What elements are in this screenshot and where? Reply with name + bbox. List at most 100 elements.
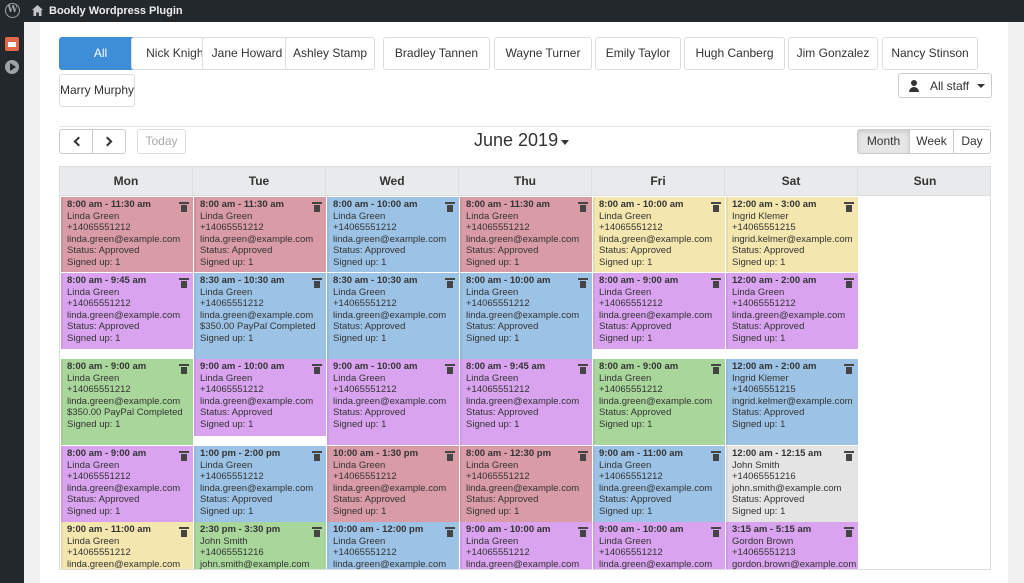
- trash-icon[interactable]: [312, 527, 322, 537]
- appointment-event[interactable]: 8:00 am - 9:00 am Linda Green +14065551212…: [61, 446, 193, 522]
- trash-icon[interactable]: [578, 202, 588, 212]
- user-icon: [909, 80, 919, 92]
- event-detail: Signed up: 1: [67, 418, 121, 430]
- staff-tab-emily-taylor[interactable]: Emily Taylor: [595, 37, 681, 70]
- staff-tab-all[interactable]: All: [59, 37, 142, 70]
- trash-icon[interactable]: [711, 202, 721, 212]
- site-title[interactable]: Bookly Wordpress Plugin: [49, 5, 183, 17]
- view-day-button[interactable]: Day: [953, 129, 991, 154]
- event-detail: linda.green@example.com: [466, 233, 580, 245]
- appointment-event[interactable]: 8:00 am - 11:30 am Linda Green +1406555121…: [61, 197, 193, 272]
- trash-icon[interactable]: [312, 364, 322, 374]
- trash-icon[interactable]: [445, 451, 455, 461]
- appointment-event[interactable]: 8:30 am - 10:30 am Linda Green +1406555121…: [194, 273, 326, 359]
- appointment-event[interactable]: 8:00 am - 11:30 am Linda Green +1406555121…: [460, 197, 592, 272]
- appointment-event[interactable]: 8:00 am - 9:00 am Linda Green +14065551212…: [593, 273, 725, 349]
- trash-icon[interactable]: [445, 202, 455, 212]
- today-button[interactable]: Today: [137, 129, 186, 154]
- staff-tab-ashley-stamp[interactable]: Ashley Stamp: [285, 37, 375, 70]
- appointment-event[interactable]: 9:00 am - 10:00 am Linda Green +1406555121…: [327, 359, 459, 445]
- appointment-event[interactable]: 9:00 am - 11:00 am Linda Green +1406555121…: [593, 446, 725, 522]
- trash-icon[interactable]: [179, 364, 189, 374]
- trash-icon[interactable]: [844, 202, 854, 212]
- event-detail: John Smith: [200, 535, 248, 547]
- appointment-event[interactable]: 9:00 am - 10:00 am Linda Green +1406555121…: [593, 522, 725, 569]
- appointment-event[interactable]: 8:00 am - 11:30 am Linda Green +1406555121…: [194, 197, 326, 272]
- view-month-button[interactable]: Month: [857, 129, 910, 154]
- appointment-event[interactable]: 8:00 am - 10:00 am Linda Green +1406555121…: [327, 197, 459, 272]
- next-month-button[interactable]: [92, 129, 126, 154]
- trash-icon[interactable]: [844, 364, 854, 374]
- appointment-event[interactable]: 3:15 am - 5:15 am Gordon Brown +1406555121…: [726, 522, 858, 569]
- event-detail: +14065551212: [333, 222, 397, 233]
- appointment-event[interactable]: 8:00 am - 12:30 pm Linda Green +1406555121…: [460, 446, 592, 522]
- wordpress-logo-icon[interactable]: W: [5, 3, 20, 18]
- trash-icon[interactable]: [179, 278, 189, 288]
- appointment-event[interactable]: 8:00 am - 9:45 am Linda Green +14065551212…: [460, 359, 592, 445]
- trash-icon[interactable]: [312, 451, 322, 461]
- month-title[interactable]: June 2019: [474, 130, 558, 151]
- trash-icon[interactable]: [578, 527, 588, 537]
- appointment-event[interactable]: 8:00 am - 9:00 am Linda Green +14065551212…: [61, 359, 193, 445]
- staff-tab-wayne-turner[interactable]: Wayne Turner: [494, 37, 592, 70]
- staff-tab-nancy-stinson[interactable]: Nancy Stinson: [882, 37, 978, 70]
- trash-icon[interactable]: [844, 527, 854, 537]
- appointment-event[interactable]: 8:00 am - 10:00 am Linda Green +1406555121…: [593, 197, 725, 272]
- event-detail: +14065551212: [466, 471, 530, 482]
- appointment-event[interactable]: 8:00 am - 9:45 am Linda Green +14065551212…: [61, 273, 193, 349]
- trash-icon[interactable]: [445, 278, 455, 288]
- trash-icon[interactable]: [312, 202, 322, 212]
- staff-tab-jane-howard[interactable]: Jane Howard: [202, 37, 292, 70]
- day-header-tue: Tue: [193, 167, 326, 196]
- event-detail: Signed up: 1: [599, 332, 653, 344]
- trash-icon[interactable]: [844, 451, 854, 461]
- appointment-event[interactable]: 8:00 am - 10:00 am Linda Green +1406555121…: [460, 273, 592, 359]
- appointment-event[interactable]: 9:00 am - 10:00 am Linda Green +1406555121…: [460, 522, 592, 569]
- trash-icon[interactable]: [445, 527, 455, 537]
- appointment-event[interactable]: 2:30 pm - 3:30 pm John Smith +14065551216 j…: [194, 522, 326, 569]
- appointment-event[interactable]: 9:00 am - 11:00 am Linda Green +1406555121…: [61, 522, 193, 569]
- trash-icon[interactable]: [578, 364, 588, 374]
- appointment-event[interactable]: 8:00 am - 9:00 am Linda Green +14065551212…: [593, 359, 725, 445]
- trash-icon[interactable]: [445, 364, 455, 374]
- calendar-icon[interactable]: [5, 37, 19, 51]
- appointment-event[interactable]: 12:00 am - 2:00 am Linda Green +1406555121…: [726, 273, 858, 349]
- trash-icon[interactable]: [578, 278, 588, 288]
- staff-tab-hugh-canberg[interactable]: Hugh Canberg: [684, 37, 785, 70]
- event-detail: +14065551212: [200, 384, 264, 395]
- trash-icon[interactable]: [312, 278, 322, 288]
- event-detail: +14065551212: [599, 298, 663, 309]
- trash-icon[interactable]: [711, 364, 721, 374]
- home-icon[interactable]: [31, 4, 44, 17]
- appointment-event[interactable]: 10:00 am - 12:00 pm Linda Green +140655512…: [327, 522, 459, 569]
- appointment-event[interactable]: 10:00 am - 1:30 pm Linda Green +1406555121…: [327, 446, 459, 522]
- trash-icon[interactable]: [578, 451, 588, 461]
- trash-icon[interactable]: [711, 278, 721, 288]
- event-detail: Linda Green: [732, 286, 785, 298]
- prev-month-button[interactable]: [59, 129, 93, 154]
- appointment-event[interactable]: 1:00 pm - 2:00 pm Linda Green +14065551212…: [194, 446, 326, 522]
- month-caret-icon[interactable]: [561, 140, 569, 145]
- appointment-event[interactable]: 12:00 am - 3:00 am Ingrid Klemer +14065551…: [726, 197, 858, 272]
- appointment-event[interactable]: 9:00 am - 10:00 am Linda Green +1406555121…: [194, 359, 326, 436]
- staff-tab-bradley-tannen[interactable]: Bradley Tannen: [383, 37, 490, 70]
- trash-icon[interactable]: [711, 451, 721, 461]
- trash-icon[interactable]: [179, 451, 189, 461]
- play-icon[interactable]: [5, 60, 19, 74]
- event-detail: Ingrid Klemer: [732, 372, 789, 384]
- appointment-event[interactable]: 8:30 am - 10:30 am Linda Green +1406555121…: [327, 273, 459, 359]
- trash-icon[interactable]: [844, 278, 854, 288]
- staff-tab-jim-gonzalez[interactable]: Jim Gonzalez: [788, 37, 878, 70]
- event-detail: john.smith@example.com: [732, 482, 842, 494]
- event-time: 9:00 am - 10:00 am: [599, 524, 684, 535]
- staff-tab-marry-murphy[interactable]: Marry Murphy: [59, 74, 135, 107]
- view-week-button[interactable]: Week: [909, 129, 954, 154]
- trash-icon[interactable]: [711, 527, 721, 537]
- appointment-event[interactable]: 12:00 am - 12:15 am John Smith +1406555121…: [726, 446, 858, 522]
- caret-down-icon: [977, 84, 985, 88]
- event-detail: linda.green@example.com: [333, 309, 447, 321]
- all-staff-dropdown[interactable]: All staff: [898, 73, 992, 98]
- appointment-event[interactable]: 12:00 am - 2:00 am Ingrid Klemer +14065551…: [726, 359, 858, 445]
- trash-icon[interactable]: [179, 202, 189, 212]
- trash-icon[interactable]: [179, 527, 189, 537]
